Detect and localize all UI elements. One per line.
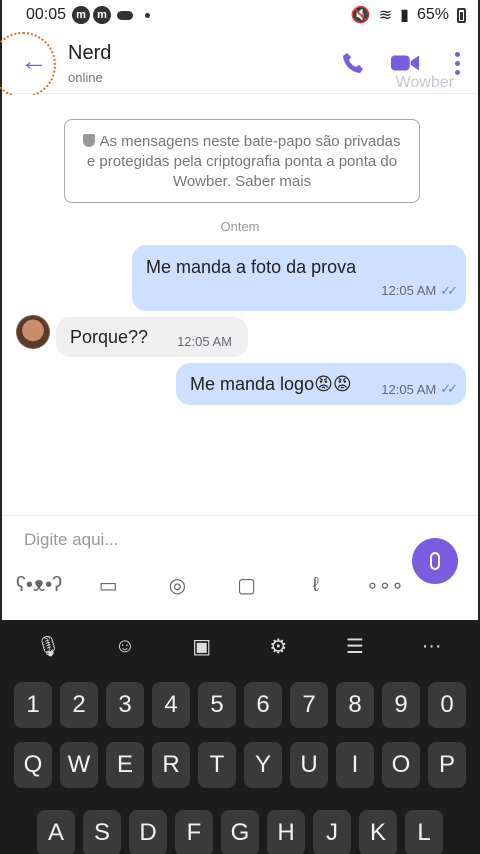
doodle-icon[interactable]: ℓ xyxy=(299,570,333,600)
key[interactable]: R xyxy=(152,742,190,788)
key[interactable]: I xyxy=(336,742,374,788)
message-input[interactable]: Digite aqui... xyxy=(24,530,384,550)
message-text: Me manda logo😡😡 xyxy=(190,374,352,394)
message-text: Me manda a foto da prova xyxy=(146,257,357,277)
phone-icon xyxy=(343,53,363,73)
key[interactable]: 6 xyxy=(244,682,282,728)
message-time: 12:05 AM xyxy=(381,381,437,397)
key[interactable]: 1 xyxy=(14,682,52,728)
key[interactable]: A xyxy=(37,810,75,854)
key[interactable]: D xyxy=(129,810,167,854)
chat-screen: 00:05 m m 🔇 ≋ ▮ 65% ← Nerd online Wowber xyxy=(0,0,480,620)
key[interactable]: P xyxy=(428,742,466,788)
encryption-notice-text: As mensagens neste bate-papo são privada… xyxy=(86,133,401,190)
more-horizontal-icon[interactable]: ∘∘∘ xyxy=(366,570,404,600)
key[interactable]: T xyxy=(198,742,236,788)
battery-percent: 65% xyxy=(416,6,449,23)
cloud-icon xyxy=(117,10,134,20)
mute-icon: 🔇 xyxy=(350,7,371,24)
keyboard-row-numbers: 1 2 3 4 5 6 7 8 9 0 xyxy=(0,682,480,728)
keyboard: 🎙 ☺ ▣ ⚙ ☰ ··· 1 2 3 4 5 6 7 8 9 0 Q W E … xyxy=(0,620,480,854)
date-separator: Ontem xyxy=(220,219,260,234)
key[interactable]: 2 xyxy=(60,682,98,728)
message-bubble-outgoing[interactable]: Me manda logo😡😡 12:05 AM ✓✓ xyxy=(176,363,466,405)
key[interactable]: 5 xyxy=(198,682,236,728)
key[interactable]: 4 xyxy=(152,682,190,728)
key[interactable]: J xyxy=(313,810,351,854)
mic-icon xyxy=(430,552,440,570)
contact-name[interactable]: Nerd xyxy=(68,42,111,65)
wifi-icon: ≋ xyxy=(378,7,393,24)
voice-call-button[interactable] xyxy=(338,48,368,78)
key[interactable]: E xyxy=(106,742,144,788)
key[interactable]: Q xyxy=(14,742,52,788)
status-time: 00:05 xyxy=(26,6,67,23)
encryption-notice[interactable]: As mensagens neste bate-papo são privada… xyxy=(64,119,420,203)
read-ticks-icon: ✓✓ xyxy=(440,283,458,298)
key[interactable]: S xyxy=(83,810,121,854)
key[interactable]: H xyxy=(267,810,305,854)
key[interactable]: 9 xyxy=(382,682,420,728)
key[interactable]: Y xyxy=(244,742,282,788)
key[interactable]: K xyxy=(359,810,397,854)
notification-icon: m xyxy=(72,6,91,24)
key[interactable]: L xyxy=(405,810,443,854)
key[interactable]: 3 xyxy=(106,682,144,728)
keyboard-row-asdf: A S D F G H J K L xyxy=(0,810,480,854)
notification-icon: m xyxy=(93,6,112,24)
tap-indicator xyxy=(0,32,56,98)
key[interactable]: U xyxy=(290,742,328,788)
key[interactable]: O xyxy=(382,742,420,788)
contact-status: online xyxy=(68,70,103,85)
message-time: 12:05 AM xyxy=(177,334,232,349)
signal-icon: ▮ xyxy=(400,7,409,24)
shield-icon xyxy=(83,134,96,147)
status-bar: 00:05 m m 🔇 ≋ ▮ 65% xyxy=(2,0,478,30)
chat-header: ← Nerd online Wowber xyxy=(0,30,478,98)
key[interactable]: 7 xyxy=(290,682,328,728)
emoji-icon[interactable]: ☺ xyxy=(105,626,145,666)
read-ticks-icon: ✓✓ xyxy=(440,381,458,396)
text-edit-icon[interactable]: ☰ xyxy=(335,626,375,666)
avatar[interactable] xyxy=(16,315,50,349)
message-composer: Digite aqui... ʕ•ᴥ•ʔ ▭ ◎ ▢ ℓ ∘∘∘ xyxy=(2,515,478,620)
gif-icon[interactable]: ▢ xyxy=(230,570,264,600)
key[interactable]: 8 xyxy=(336,682,374,728)
message-bubble-incoming[interactable]: Porque?? 12:05 AM xyxy=(56,317,248,357)
more-notifications-icon xyxy=(145,12,151,18)
battery-icon xyxy=(457,7,466,23)
message-bubble-outgoing[interactable]: Me manda a foto da prova 12:05 AM ✓✓ xyxy=(132,245,466,311)
keyboard-row-qwerty: Q W E R T Y U I O P xyxy=(0,742,480,788)
keyboard-toolbar: 🎙 ☺ ▣ ⚙ ☰ ··· xyxy=(0,620,480,672)
more-icon[interactable]: ··· xyxy=(412,626,452,666)
message-time: 12:05 AM xyxy=(381,283,437,298)
message-list[interactable]: As mensagens neste bate-papo são privada… xyxy=(2,95,478,515)
key[interactable]: W xyxy=(60,742,98,788)
back-button[interactable]: ← xyxy=(0,32,56,98)
key[interactable]: 0 xyxy=(428,682,466,728)
key[interactable]: F xyxy=(175,810,213,854)
voice-message-button[interactable] xyxy=(412,538,458,584)
video-camera-icon xyxy=(390,55,420,71)
clipboard-icon[interactable]: ▣ xyxy=(182,626,222,666)
gallery-icon[interactable]: ▭ xyxy=(91,570,125,600)
message-text: Porque?? xyxy=(70,327,149,347)
settings-icon[interactable]: ⚙ xyxy=(258,626,298,666)
sticker-icon[interactable]: ʕ•ᴥ•ʔ xyxy=(16,570,62,600)
camera-icon[interactable]: ◎ xyxy=(160,570,194,600)
mic-icon[interactable]: 🎙 xyxy=(28,626,68,666)
key[interactable]: G xyxy=(221,810,259,854)
watermark: Wowber xyxy=(395,74,454,91)
composer-toolbar: ʕ•ᴥ•ʔ ▭ ◎ ▢ ℓ ∘∘∘ xyxy=(16,568,404,602)
